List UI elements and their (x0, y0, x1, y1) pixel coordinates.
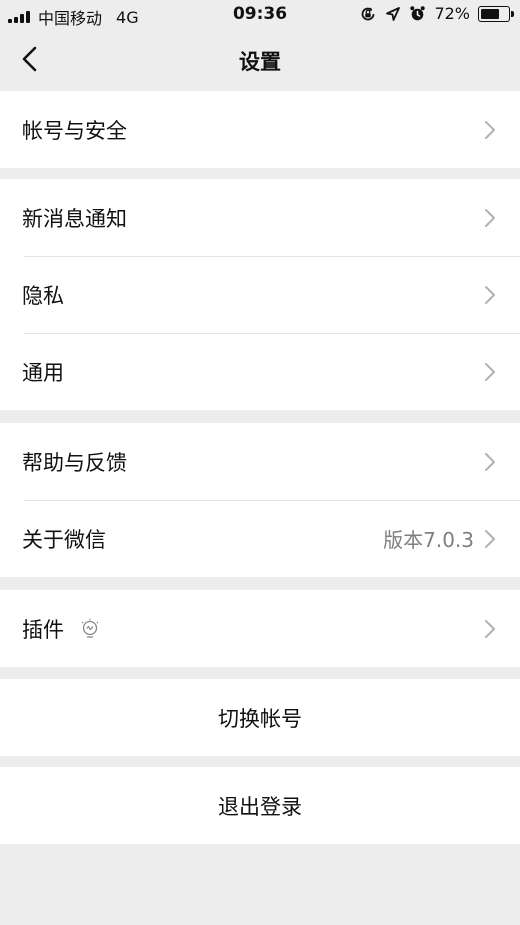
row-label: 插件 (22, 617, 64, 642)
version-label: 版本7.0.3 (383, 528, 474, 552)
battery-fill (481, 8, 499, 19)
page-title: 设置 (239, 50, 281, 74)
row-new-message-notify[interactable]: 新消息通知 (0, 179, 520, 256)
row-label: 帮助与反馈 (22, 450, 127, 475)
status-bar-right: 72% (359, 4, 514, 23)
chevron-right-icon (485, 452, 495, 471)
row-label: 通用 (22, 360, 64, 385)
chevron-right-icon (485, 208, 495, 227)
chevron-right-icon (485, 619, 495, 638)
row-label: 关于微信 (22, 527, 106, 552)
battery-icon (478, 5, 514, 22)
lightbulb-icon (81, 618, 99, 638)
chevron-right-icon (485, 362, 495, 381)
switch-account-button[interactable]: 切换帐号 (0, 679, 520, 756)
row-general[interactable]: 通用 (0, 333, 520, 410)
location-arrow-icon (386, 6, 401, 21)
status-bar: 中国移动 4G 09:36 72% (0, 0, 520, 30)
row-privacy[interactable]: 隐私 (0, 256, 520, 333)
button-label: 退出登录 (218, 794, 302, 819)
alarm-icon (410, 6, 426, 21)
battery-percent: 72% (434, 4, 470, 23)
group-plugins: 插件 (0, 590, 520, 667)
row-plugins[interactable]: 插件 (0, 590, 520, 667)
group-switch-account: 切换帐号 (0, 679, 520, 756)
row-label: 帐号与安全 (22, 118, 127, 143)
logout-button[interactable]: 退出登录 (0, 767, 520, 844)
row-help-feedback[interactable]: 帮助与反馈 (0, 423, 520, 500)
lock-rotation-icon (362, 7, 375, 20)
group-help: 帮助与反馈 关于微信 版本7.0.3 (0, 423, 520, 577)
group-general: 新消息通知 隐私 通用 (0, 179, 520, 410)
row-account-security[interactable]: 帐号与安全 (0, 91, 520, 168)
chevron-right-icon (485, 120, 495, 139)
button-label: 切换帐号 (218, 706, 302, 731)
group-account: 帐号与安全 (0, 91, 520, 168)
row-label: 隐私 (22, 283, 64, 308)
row-about-wechat[interactable]: 关于微信 版本7.0.3 (0, 500, 520, 577)
chevron-right-icon (485, 285, 495, 304)
group-logout: 退出登录 (0, 767, 520, 844)
navigation-bar: 设置 (0, 30, 520, 90)
row-label: 新消息通知 (22, 206, 127, 231)
chevron-right-icon (485, 529, 495, 548)
